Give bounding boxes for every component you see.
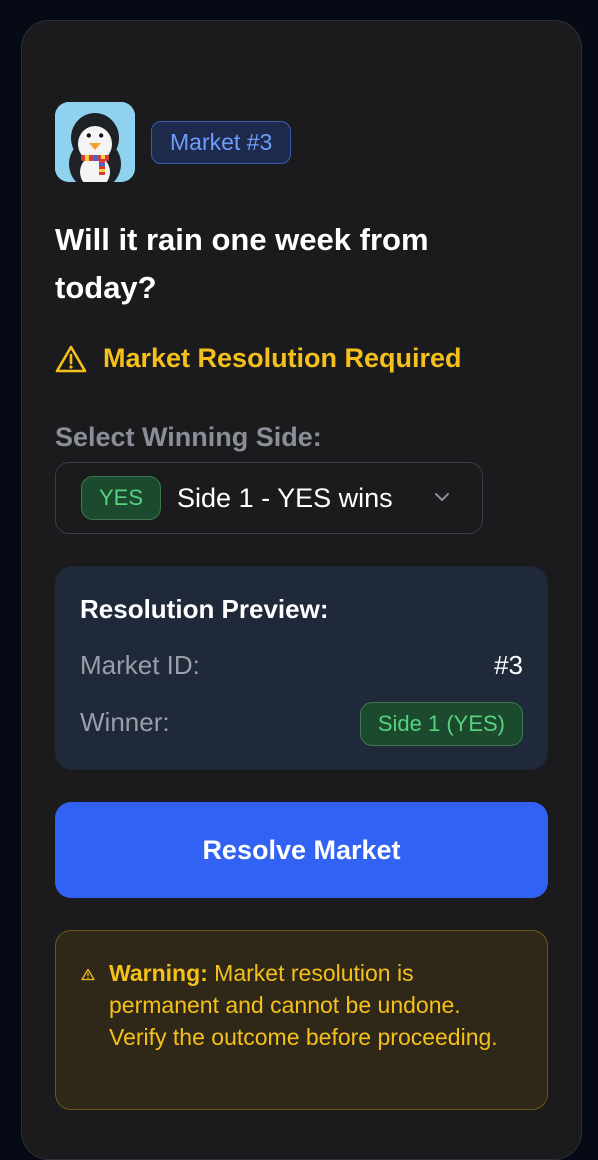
select-winning-side-label: Select Winning Side:	[55, 422, 322, 452]
warning-triangle-icon	[81, 968, 95, 981]
warning-text: Warning: Market resolution is permanent …	[109, 957, 519, 1053]
winner-label: Winner:	[80, 707, 170, 737]
winner-badge: Side 1 (YES)	[359, 702, 523, 746]
resolution-required-alert: Market Resolution Required	[55, 343, 462, 374]
resolution-preview-panel: Resolution Preview: Market ID: #3 Winner…	[55, 566, 548, 770]
penguin-avatar	[55, 102, 135, 182]
market-id-label: Market ID:	[80, 650, 200, 680]
warning-triangle-icon	[55, 345, 87, 372]
selected-side-text: Side 1 - YES wins	[177, 482, 393, 513]
resolve-market-button[interactable]: Resolve Market	[55, 802, 548, 898]
chevron-down-icon	[435, 493, 449, 501]
market-id-badge: Market #3	[151, 121, 292, 164]
market-id-value: #3	[494, 650, 523, 680]
market-question: Will it rain one week from today?	[55, 222, 429, 305]
warning-lead: Warning:	[109, 960, 208, 986]
yes-pill: YES	[81, 476, 162, 520]
warning-notice: Warning: Market resolution is permanent …	[55, 930, 548, 1110]
preview-title: Resolution Preview:	[80, 594, 329, 624]
winning-side-select[interactable]: YES Side 1 - YES wins	[55, 462, 483, 534]
alert-text: Market Resolution Required	[103, 343, 462, 373]
